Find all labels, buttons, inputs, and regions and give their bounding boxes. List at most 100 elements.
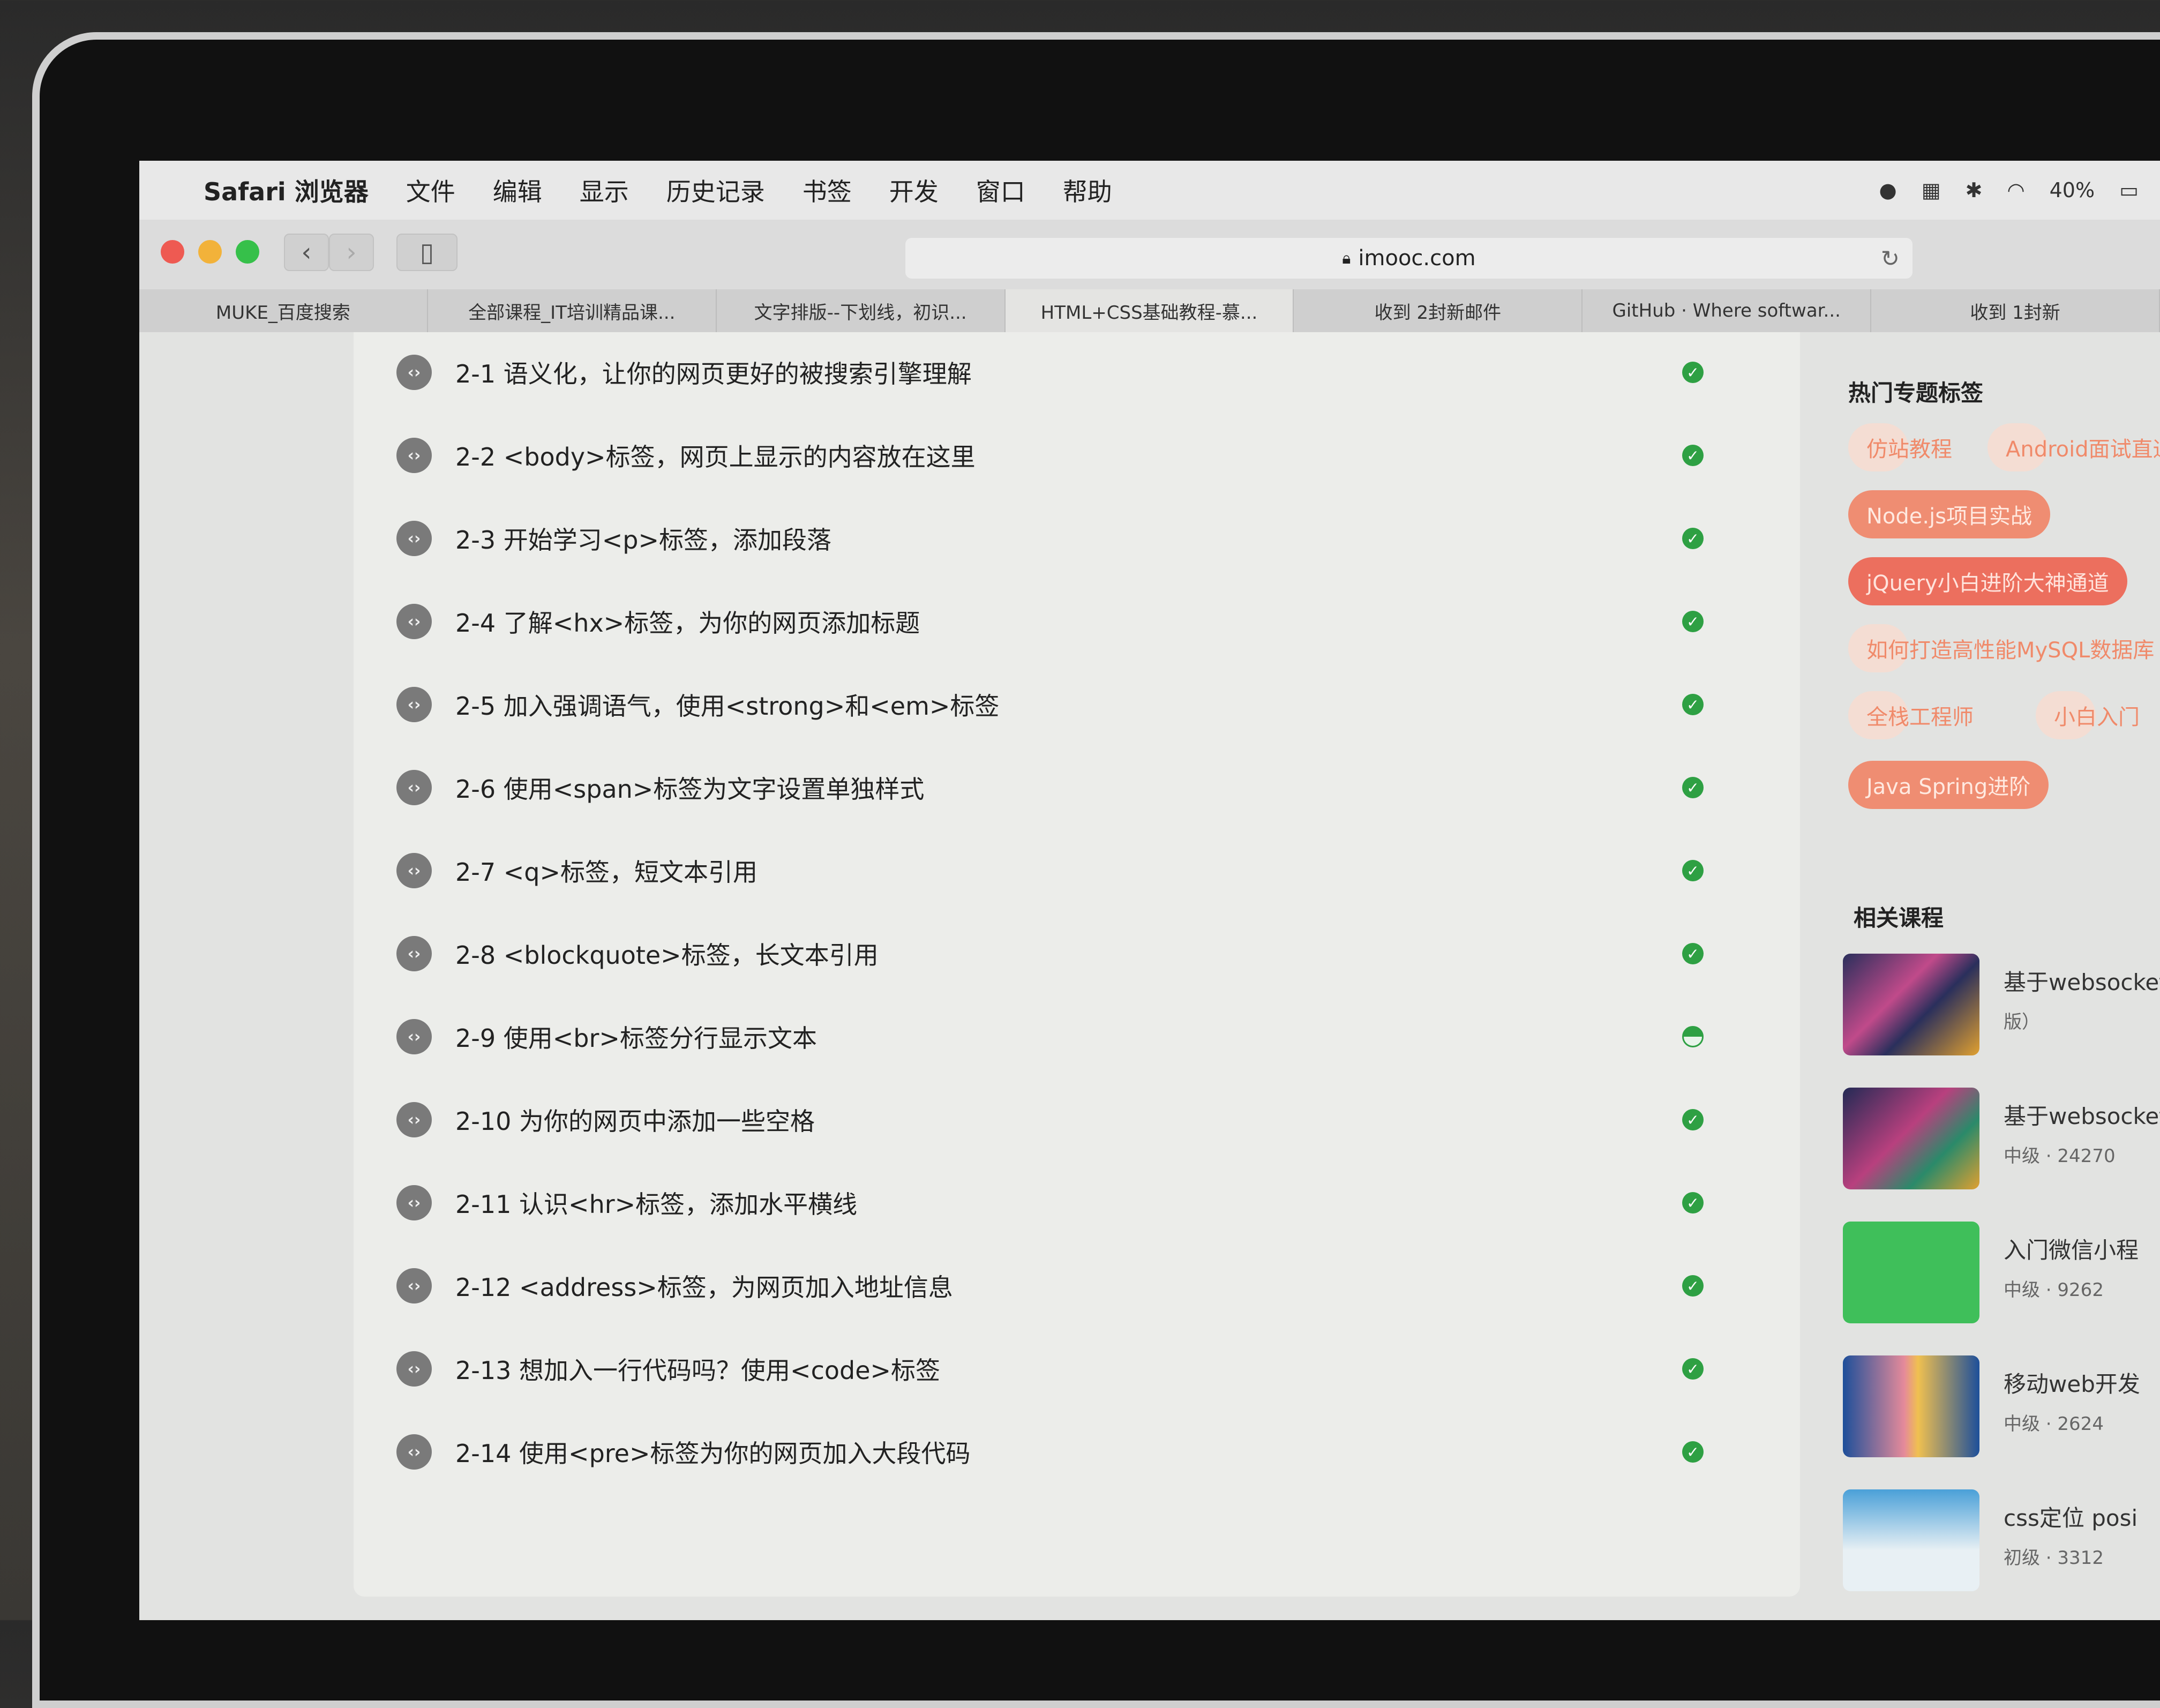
check-icon: ✓ xyxy=(1682,1275,1704,1297)
code-icon: ‹› xyxy=(396,1351,432,1387)
course-card[interactable]: 基于websocket 版） xyxy=(1843,954,2160,1061)
qq-icon[interactable]: ● xyxy=(1879,178,1897,202)
browser-toolbar: ‹ › ▯ 🔒︎ imooc.com ↻ xyxy=(139,220,2160,289)
lesson-list: ‹› 2-1 语义化，让你的网页更好的被搜索引擎理解 ✓ ‹› 2-2 <bod… xyxy=(354,332,1800,1597)
tag-item[interactable]: Android面试直通 xyxy=(1988,423,2160,471)
lesson-title[interactable]: 2-2 <body>标签，网页上显示的内容放在这里 xyxy=(455,438,976,473)
tag-item[interactable]: Node.js项目实战 xyxy=(1848,490,2051,538)
tag-item[interactable]: 如何打造高性能MySQL数据库 xyxy=(1848,624,2154,672)
tag-item[interactable]: 小白入门 xyxy=(2036,691,2140,739)
grid-icon[interactable]: ▦ xyxy=(1922,178,1941,202)
lesson-title[interactable]: 2-5 加入强调语气，使用<strong>和<em>标签 xyxy=(455,687,999,722)
menu-develop[interactable]: 开发 xyxy=(889,173,939,208)
lesson-row[interactable]: ‹› 2-1 语义化，让你的网页更好的被搜索引擎理解 ✓ xyxy=(354,332,1800,413)
wifi-icon[interactable]: ◠ xyxy=(2007,178,2024,202)
lesson-row[interactable]: ‹› 2-9 使用<br>标签分行显示文本 xyxy=(354,997,1800,1077)
tag-item[interactable]: Java Spring进阶 xyxy=(1848,761,2049,809)
menu-help[interactable]: 帮助 xyxy=(1063,173,1112,208)
lesson-row[interactable]: ‹› 2-4 了解<hx>标签，为你的网页添加标题 ✓ xyxy=(354,581,1800,662)
sidebar-toggle-button[interactable]: ▯ xyxy=(396,234,458,271)
course-card[interactable]: 入门微信小程 中级 · 9262 xyxy=(1843,1222,2160,1329)
lesson-row[interactable]: ‹› 2-14 使用<pre>标签为你的网页加入大段代码 ✓ xyxy=(354,1412,1800,1492)
menu-view[interactable]: 显示 xyxy=(580,173,629,208)
check-icon: ✓ xyxy=(1682,1441,1704,1463)
back-button[interactable]: ‹ xyxy=(284,234,329,271)
battery-icon[interactable]: ▭ xyxy=(2119,178,2139,202)
lesson-title[interactable]: 2-9 使用<br>标签分行显示文本 xyxy=(455,1019,817,1054)
address-bar[interactable]: 🔒︎ imooc.com ↻ xyxy=(905,238,1912,279)
course-card[interactable]: 基于websocket 中级 · 24270 xyxy=(1843,1088,2160,1195)
lesson-title[interactable]: 2-11 认识<hr>标签，添加水平横线 xyxy=(455,1185,857,1220)
lesson-title[interactable]: 2-7 <q>标签，短文本引用 xyxy=(455,853,758,888)
tab-text-layout[interactable]: 文字排版--下划线，初识... xyxy=(717,289,1006,332)
course-title[interactable]: 基于websocket xyxy=(2004,1098,2160,1131)
course-thumbnail[interactable] xyxy=(1843,1222,1979,1323)
course-meta: 版） xyxy=(2004,1012,2040,1033)
code-icon: ‹› xyxy=(396,1102,432,1137)
hot-tags-title: 热门专题标签 xyxy=(1848,380,1984,406)
screen: Safari 浏览器 文件 编辑 显示 历史记录 书签 开发 窗口 帮助 ● ▦… xyxy=(139,161,2160,1620)
tag-item[interactable]: jQuery小白进阶大神通道 xyxy=(1848,557,2127,605)
lesson-row[interactable]: ‹› 2-10 为你的网页中添加一些空格 ✓ xyxy=(354,1080,1800,1160)
close-window-icon[interactable] xyxy=(161,240,184,264)
lesson-title[interactable]: 2-8 <blockquote>标签，长文本引用 xyxy=(455,936,879,971)
tag-item[interactable]: 全栈工程师 xyxy=(1848,691,1974,739)
course-title[interactable]: css定位 posi xyxy=(2004,1500,2138,1533)
lesson-title[interactable]: 2-1 语义化，让你的网页更好的被搜索引擎理解 xyxy=(455,355,972,390)
course-title[interactable]: 基于websocket xyxy=(2004,964,2160,997)
check-icon: ✓ xyxy=(1682,1192,1704,1213)
lesson-title[interactable]: 2-10 为你的网页中添加一些空格 xyxy=(455,1102,815,1137)
course-title[interactable]: 移动web开发 xyxy=(2004,1366,2140,1399)
menu-app-name[interactable]: Safari 浏览器 xyxy=(204,173,369,208)
lesson-row[interactable]: ‹› 2-5 加入强调语气，使用<strong>和<em>标签 ✓ xyxy=(354,664,1800,745)
lesson-title[interactable]: 2-4 了解<hx>标签，为你的网页添加标题 xyxy=(455,604,920,639)
reload-icon[interactable]: ↻ xyxy=(1881,245,1900,272)
bluetooth-icon[interactable]: ✱ xyxy=(1966,178,1983,202)
menu-history[interactable]: 历史记录 xyxy=(666,173,765,208)
menu-bookmarks[interactable]: 书签 xyxy=(802,173,852,208)
lesson-title[interactable]: 2-14 使用<pre>标签为你的网页加入大段代码 xyxy=(455,1434,971,1470)
lesson-row[interactable]: ‹› 2-8 <blockquote>标签，长文本引用 ✓ xyxy=(354,913,1800,994)
check-icon: ✓ xyxy=(1682,860,1704,881)
tab-mail-2[interactable]: 收到 2封新邮件 xyxy=(1294,289,1583,332)
lesson-row[interactable]: ‹› 2-11 认识<hr>标签，添加水平横线 ✓ xyxy=(354,1163,1800,1243)
sidebar-icon: ▯ xyxy=(419,237,434,267)
tab-bar: MUKE_百度搜索 全部课程_IT培训精品课... 文字排版--下划线，初识..… xyxy=(139,289,2160,332)
tab-mail-1[interactable]: 收到 1封新 xyxy=(1871,289,2160,332)
lesson-row[interactable]: ‹› 2-3 开始学习<p>标签，添加段落 ✓ xyxy=(354,498,1800,579)
lesson-title[interactable]: 2-3 开始学习<p>标签，添加段落 xyxy=(455,521,831,556)
minimize-window-icon[interactable] xyxy=(198,240,222,264)
tab-all-courses[interactable]: 全部课程_IT培训精品课... xyxy=(428,289,717,332)
lesson-row[interactable]: ‹› 2-2 <body>标签，网页上显示的内容放在这里 ✓ xyxy=(354,415,1800,496)
course-card[interactable]: 移动web开发 中级 · 2624 xyxy=(1843,1355,2160,1463)
course-thumbnail[interactable] xyxy=(1843,1489,1979,1591)
lesson-title[interactable]: 2-12 <address>标签，为网页加入地址信息 xyxy=(455,1268,953,1304)
tab-html-css[interactable]: HTML+CSS基础教程-慕... xyxy=(1005,289,1294,332)
lesson-row[interactable]: ‹› 2-12 <address>标签，为网页加入地址信息 ✓ xyxy=(354,1246,1800,1326)
course-thumbnail[interactable] xyxy=(1843,1355,1979,1457)
forward-button[interactable]: › xyxy=(329,234,374,271)
course-thumbnail[interactable] xyxy=(1843,954,1979,1055)
tab-github[interactable]: GitHub · Where softwar... xyxy=(1582,289,1872,332)
check-icon: ✓ xyxy=(1682,1358,1704,1380)
menu-edit[interactable]: 编辑 xyxy=(493,173,542,208)
lesson-row[interactable]: ‹› 2-6 使用<span>标签为文字设置单独样式 ✓ xyxy=(354,747,1800,828)
page-content: ‹› 2-1 语义化，让你的网页更好的被搜索引擎理解 ✓ ‹› 2-2 <bod… xyxy=(139,332,2160,1620)
in-progress-icon xyxy=(1682,1026,1704,1047)
lesson-title[interactable]: 2-6 使用<span>标签为文字设置单独样式 xyxy=(455,770,924,805)
lesson-row[interactable]: ‹› 2-13 想加入一行代码吗？使用<code>标签 ✓ xyxy=(354,1329,1800,1409)
code-icon: ‹› xyxy=(396,1434,432,1470)
check-icon: ✓ xyxy=(1682,611,1704,632)
check-icon: ✓ xyxy=(1682,777,1704,798)
course-card[interactable]: css定位 posi 初级 · 3312 xyxy=(1843,1489,2160,1597)
menu-file[interactable]: 文件 xyxy=(406,173,455,208)
course-title[interactable]: 入门微信小程 xyxy=(2004,1232,2139,1265)
course-thumbnail[interactable] xyxy=(1843,1088,1979,1189)
zoom-window-icon[interactable] xyxy=(236,240,259,264)
menu-window[interactable]: 窗口 xyxy=(976,173,1025,208)
code-icon: ‹› xyxy=(396,1019,432,1054)
lesson-title[interactable]: 2-13 想加入一行代码吗？使用<code>标签 xyxy=(455,1351,940,1387)
tag-item[interactable]: 仿站教程 xyxy=(1848,423,1952,471)
lesson-row[interactable]: ‹› 2-7 <q>标签，短文本引用 ✓ xyxy=(354,830,1800,911)
tab-baidu[interactable]: MUKE_百度搜索 xyxy=(139,289,428,332)
